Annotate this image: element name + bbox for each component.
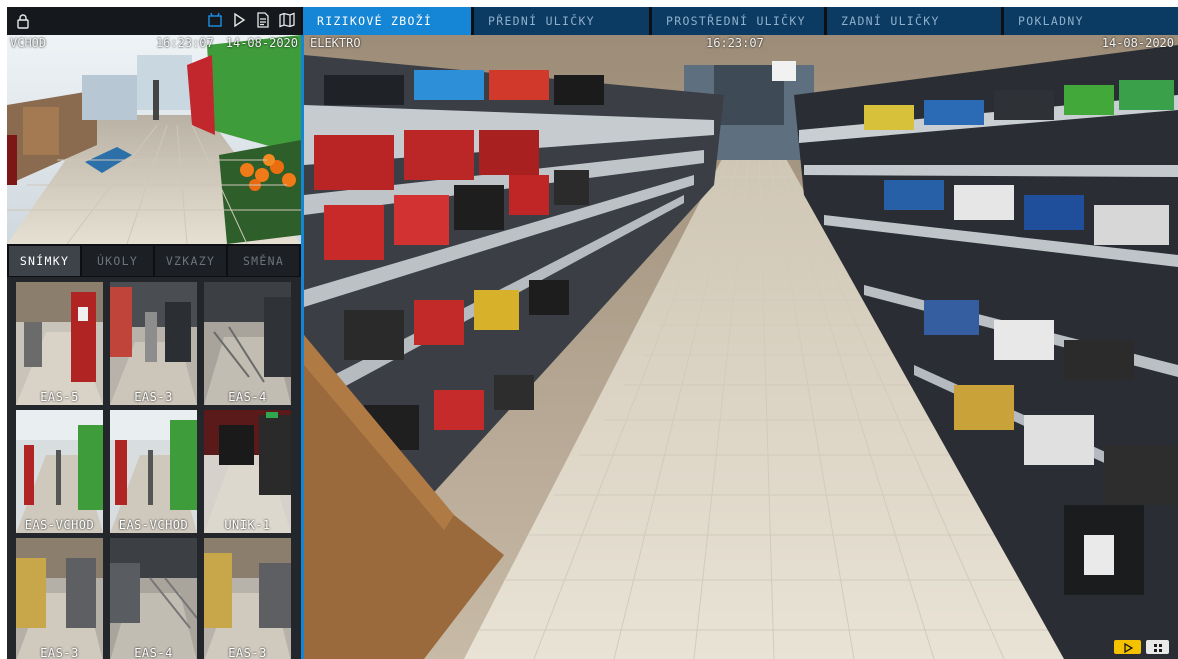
snapshot-label: EAS-4	[134, 646, 173, 659]
snapshot-thumbnail[interactable]: UNIK-1	[204, 410, 291, 533]
snapshot-grid: EAS-5 EAS-3 EAS-4 EAS-VCHOD EAS-VCHOD UN…	[16, 282, 291, 659]
snapshot-image	[110, 282, 197, 405]
tab-vzkazy[interactable]: VZKAZY	[155, 246, 226, 276]
snapshot-label: EAS-VCHOD	[24, 518, 95, 532]
snapshot-thumbnail[interactable]: EAS-VCHOD	[16, 410, 103, 533]
playback-button[interactable]	[1114, 640, 1141, 654]
document-icon[interactable]	[255, 12, 271, 28]
side-panel-tabs: SNÍMKY ÚKOLY VZKAZY SMĚNA	[9, 246, 299, 276]
tab-ukoly[interactable]: ÚKOLY	[82, 246, 153, 276]
app-window: RIZIKOVÉ ZBOŽÍ PŘEDNÍ ULIČKY PROSTŘEDNÍ …	[7, 7, 1178, 659]
play-icon[interactable]	[231, 12, 247, 28]
layout-grid-button[interactable]	[1146, 640, 1169, 654]
entrance-camera-feed[interactable]: VCHOD 16:23:07 14-08-2020	[7, 35, 301, 244]
tab-rizikove-zbozi[interactable]: RIZIKOVÉ ZBOŽÍ	[303, 7, 471, 35]
play-icon	[1123, 638, 1133, 657]
snapshot-thumbnail[interactable]: EAS-5	[16, 282, 103, 405]
snapshot-panel: EAS-5 EAS-3 EAS-4 EAS-VCHOD EAS-VCHOD UN…	[7, 277, 301, 659]
entrance-camera-overlay: VCHOD 16:23:07 14-08-2020	[7, 35, 301, 51]
snapshot-thumbnail[interactable]: EAS-3	[204, 538, 291, 659]
map-icon[interactable]	[279, 12, 295, 28]
snapshot-image	[110, 410, 197, 533]
camera-icon[interactable]	[207, 12, 223, 28]
snapshot-image	[16, 282, 103, 405]
snapshot-label: EAS-5	[40, 390, 79, 404]
snapshot-image	[204, 410, 291, 533]
camera-date: 14-08-2020	[225, 36, 298, 50]
tab-pokladny[interactable]: POKLADNY	[1004, 7, 1178, 35]
camera-time: 16:23:07	[706, 36, 764, 50]
top-toolbar	[7, 7, 301, 35]
snapshot-image	[16, 410, 103, 533]
tab-predni-ulicky[interactable]: PŘEDNÍ ULIČKY	[474, 7, 649, 35]
camera-name: VCHOD	[10, 36, 47, 50]
grid-icon	[1153, 638, 1163, 657]
snapshot-thumbnail[interactable]: EAS-3	[110, 282, 197, 405]
main-camera-overlay: ELEKTRO 16:23:07 14-08-2020	[304, 35, 1178, 52]
tab-zadni-ulicky[interactable]: ZADNÍ ULIČKY	[827, 7, 1001, 35]
snapshot-label: EAS-3	[228, 646, 267, 659]
snapshot-thumbnail[interactable]: EAS-4	[204, 282, 291, 405]
camera-date: 14-08-2020	[1101, 36, 1174, 50]
camera-group-tabs: RIZIKOVÉ ZBOŽÍ PŘEDNÍ ULIČKY PROSTŘEDNÍ …	[301, 7, 1178, 35]
camera-name: ELEKTRO	[310, 36, 361, 50]
lock-icon[interactable]	[15, 13, 31, 29]
tab-prostredni-ulicky[interactable]: PROSTŘEDNÍ ULIČKY	[652, 7, 824, 35]
snapshot-thumbnail[interactable]: EAS-4	[110, 538, 197, 659]
snapshot-thumbnail[interactable]: EAS-3	[16, 538, 103, 659]
snapshot-thumbnail[interactable]: EAS-VCHOD	[110, 410, 197, 533]
snapshot-image	[16, 538, 103, 659]
entrance-camera-image	[7, 35, 301, 244]
tab-smena[interactable]: SMĚNA	[228, 246, 299, 276]
snapshot-image	[204, 282, 291, 405]
snapshot-label: UNIK-1	[224, 518, 271, 532]
snapshot-image	[110, 538, 197, 659]
snapshot-label: EAS-VCHOD	[118, 518, 189, 532]
snapshot-label: EAS-3	[134, 390, 173, 404]
main-camera-image	[304, 35, 1178, 659]
camera-time: 16:23:07	[155, 36, 214, 50]
tab-snimky[interactable]: SNÍMKY	[9, 246, 80, 276]
snapshot-image	[204, 538, 291, 659]
snapshot-label: EAS-3	[40, 646, 79, 659]
snapshot-label: EAS-4	[228, 390, 267, 404]
main-camera-feed[interactable]: ELEKTRO 16:23:07 14-08-2020	[304, 35, 1178, 659]
